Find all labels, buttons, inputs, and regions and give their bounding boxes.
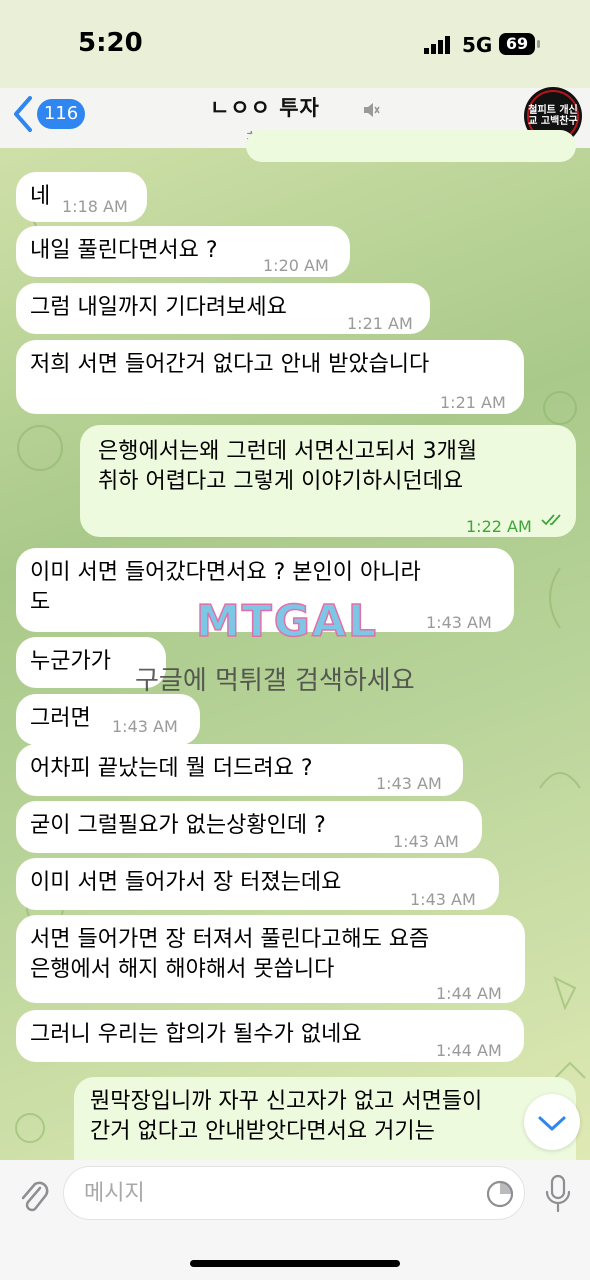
message-time: 1:21 AM [440, 393, 506, 412]
message-text: 내일 풀린다면서요 ? [30, 238, 218, 263]
message-text: 그럼 내일까지 기다려보세요 [30, 295, 287, 320]
read-checkmarks-icon [541, 514, 561, 526]
mute-icon [364, 103, 380, 117]
message-bubble-partial[interactable] [246, 130, 576, 162]
message-time: 1:43 AM [426, 613, 492, 632]
message-time: 1:43 AM [393, 832, 459, 851]
message-text: 이미 서면 들어가서 장 터졌는데요 [30, 870, 342, 895]
network-type: 5G [462, 33, 493, 57]
message-text-line: 서면 들어가면 장 터져서 풀린다고해도 요즘 [30, 927, 430, 952]
message-time: 1:43 AM [376, 774, 442, 793]
avatar-text: 철피트 개신교 고백찬구 [528, 105, 578, 127]
message-text-line: 뭔막장입니까 자꾸 신고자가 없고 서면들이 [90, 1089, 483, 1114]
battery-tip [537, 40, 540, 48]
message-bubble[interactable]: 그러니 우리는 합의가 될수가 없네요 1:44 AM [16, 1010, 524, 1062]
message-text-line: 은행에서는왜 그런데 서면신고되서 3개월 [98, 439, 478, 464]
message-time: 1:20 AM [263, 256, 329, 275]
attach-paperclip-icon[interactable] [16, 1176, 50, 1214]
message-text: 그러니 우리는 합의가 될수가 없네요 [30, 1022, 362, 1047]
message-text: 어차피 끝났는데 뭘 더드려요 ? [30, 756, 313, 781]
message-time: 1:43 AM [410, 890, 476, 909]
message-bubble[interactable]: 그러면 1:43 AM [16, 694, 200, 745]
message-time: 1:44 AM [436, 984, 502, 1003]
message-text: 저희 서면 들어간거 없다고 안내 받았습니다 [30, 352, 430, 377]
message-text-line: 이미 서면 들어갔다면서요 ? 본인이 아니라 [30, 560, 421, 585]
message-time: 1:21 AM [347, 314, 413, 333]
message-text-line: 간거 없다고 안내받앗다면서요 거기는 [90, 1119, 435, 1144]
message-text: 그러면 [30, 706, 91, 731]
signal-icon [424, 36, 450, 54]
message-bubble[interactable]: 내일 풀린다면서요 ? 1:20 AM [16, 226, 350, 277]
message-text: 누군가가 [30, 649, 111, 674]
message-bubble[interactable]: 그럼 내일까지 기다려보세요 1:21 AM [16, 283, 430, 334]
chat-title: ㄴㅇㅇ 투자 [209, 96, 320, 120]
message-time: 1:43 AM [112, 717, 178, 736]
watermark-logo: MTGAL [196, 596, 378, 644]
sticker-icon[interactable] [485, 1179, 515, 1209]
battery-icon: 69 [499, 33, 535, 55]
watermark-text: 구글에 먹튀갤 검색하세요 [135, 666, 415, 696]
chevron-down-icon [538, 1116, 566, 1131]
watermark-logo-text: MTGAL [196, 596, 378, 644]
message-time: 1:22 AM [466, 517, 532, 536]
message-text: 굳이 그럴필요가 없는상황인데 ? [30, 813, 326, 838]
message-bubble[interactable]: 굳이 그럴필요가 없는상황인데 ? 1:43 AM [16, 801, 482, 853]
message-text: 네 [30, 184, 51, 209]
message-bubble[interactable]: 저희 서면 들어간거 없다고 안내 받았습니다 1:21 AM [16, 340, 524, 414]
message-bubble-outgoing[interactable]: 은행에서는왜 그런데 서면신고되서 3개월 취하 어렵다고 그렇게 이야기하시던… [80, 425, 576, 537]
message-time: 1:18 AM [62, 197, 128, 216]
message-input[interactable]: 메시지 [63, 1166, 525, 1220]
message-bubble[interactable]: 네 1:18 AM [16, 172, 147, 222]
message-bubble[interactable]: 어차피 끝났는데 뭘 더드려요 ? 1:43 AM [16, 744, 463, 796]
home-indicator [190, 1260, 400, 1267]
message-time: 1:44 AM [436, 1041, 502, 1060]
message-bubble[interactable]: 서면 들어가면 장 터져서 풀린다고해도 요즘 은행에서 해지 해야해서 못씁니… [16, 915, 525, 1003]
status-time: 5:20 [78, 28, 143, 58]
scroll-down-button[interactable] [524, 1094, 580, 1150]
status-bar: 5:20 5G 69 [0, 0, 590, 88]
message-text-line: 취하 어렵다고 그렇게 이야기하시던데요 [98, 469, 464, 494]
microphone-icon[interactable] [543, 1174, 573, 1214]
message-bubble[interactable]: 이미 서면 들어가서 장 터졌는데요 1:43 AM [16, 858, 499, 910]
title-avatar-image [329, 95, 355, 121]
